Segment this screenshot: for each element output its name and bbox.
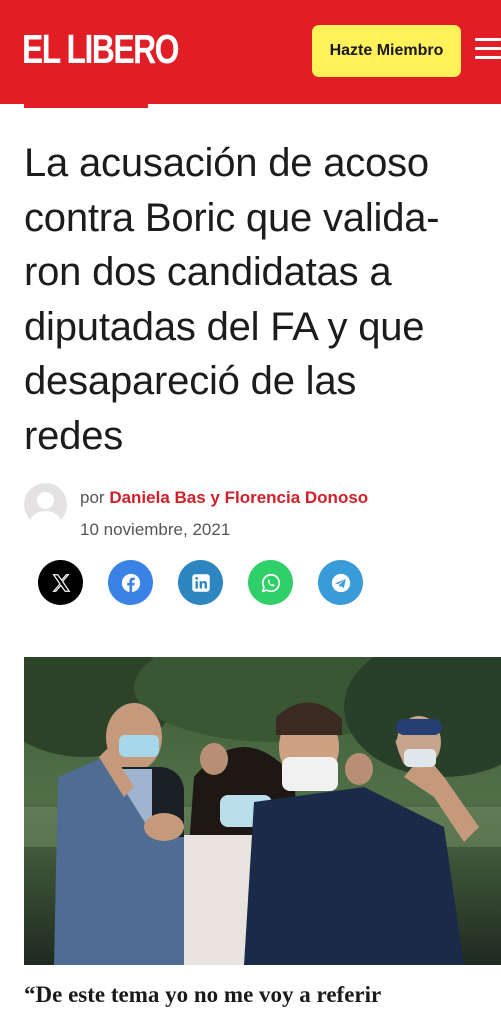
byline-prefix: por xyxy=(80,488,105,507)
facebook-icon xyxy=(121,573,140,592)
publish-date: 10 noviembre, 2021 xyxy=(80,520,231,539)
author-link[interactable]: Daniela Bas y Florencia Donoso xyxy=(109,488,368,507)
article-title: La acusación de acoso contra Boric que v… xyxy=(24,136,499,463)
title-line: ron dos candidatas a xyxy=(24,250,392,294)
title-line: diputadas del FA y que xyxy=(24,304,425,349)
hamburger-menu-icon[interactable] xyxy=(475,38,501,64)
article-lead-quote: “De este tema yo no me voy a referir xyxy=(24,982,382,1007)
article-photo xyxy=(24,657,501,965)
user-avatar-placeholder-icon xyxy=(24,483,67,526)
site-header: EL LIBERO Hazte Miembro xyxy=(0,0,501,104)
author-info: por Daniela Bas y Florencia Donoso 10 no… xyxy=(24,481,494,571)
title-line: redes xyxy=(24,413,124,458)
x-logo-icon xyxy=(51,573,70,592)
byline: por Daniela Bas y Florencia Donoso xyxy=(80,488,368,508)
title-line: La acusación de acoso xyxy=(24,141,429,185)
title-line: contra Boric que valida- xyxy=(24,195,440,240)
hazte-miembro-button[interactable]: Hazte Miembro xyxy=(312,25,461,77)
share-whatsapp-button[interactable] xyxy=(248,560,293,605)
title-line: desapareció de las xyxy=(24,359,357,403)
share-linkedin-button[interactable] xyxy=(178,560,223,605)
share-x-button[interactable] xyxy=(38,560,83,605)
telegram-icon xyxy=(331,573,350,592)
site-logo[interactable]: EL LIBERO xyxy=(22,24,180,74)
header-accent-bar xyxy=(24,104,148,108)
whatsapp-icon xyxy=(261,573,280,592)
share-facebook-button[interactable] xyxy=(108,560,153,605)
linkedin-icon xyxy=(191,573,210,592)
share-telegram-button[interactable] xyxy=(318,560,363,605)
